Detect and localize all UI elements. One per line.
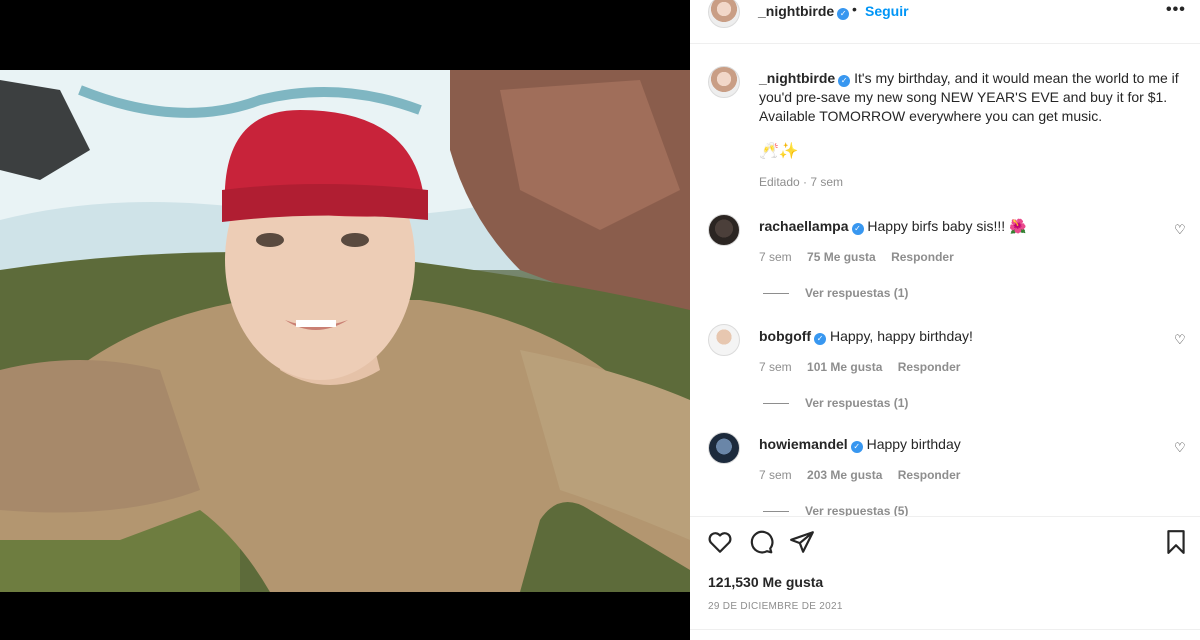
- follow-button[interactable]: Seguir: [865, 3, 909, 19]
- comment-meta: 7 sem 203 Me gusta Responder: [759, 468, 972, 482]
- verified-badge-icon: ✓: [814, 333, 827, 345]
- replies-divider: [763, 403, 789, 405]
- comment-text: rachaellampa ✓ Happy birfs baby sis!!! 🌺: [759, 218, 1027, 235]
- comment-likes[interactable]: 101 Me gusta: [807, 360, 882, 374]
- comment-time: 7 sem: [759, 468, 792, 482]
- verified-badge-icon: ✓: [851, 223, 864, 235]
- comment-item: howiemandel ✓ Happy birthday 7 sem 203 Me…: [690, 432, 1200, 516]
- comment-meta: 7 sem 101 Me gusta Responder: [759, 360, 972, 374]
- comment-likes[interactable]: 203 Me gusta: [807, 468, 882, 482]
- more-options-icon[interactable]: •••: [1166, 1, 1186, 19]
- caption-text: _nightbirde ✓ It's my birthday, and it wo…: [759, 69, 1189, 126]
- bookmark-icon[interactable]: [1163, 529, 1189, 555]
- reply-button[interactable]: Responder: [898, 360, 961, 374]
- selfie-photo-illustration: [0, 70, 690, 592]
- caption-username[interactable]: _nightbirde: [759, 70, 835, 86]
- commenter-avatar[interactable]: [708, 432, 740, 464]
- comment-likes[interactable]: 75 Me gusta: [807, 250, 876, 264]
- caption-edited-time: Editado · 7 sem: [759, 175, 844, 189]
- likes-count[interactable]: 121,530 Me gusta: [708, 574, 823, 590]
- view-replies-button[interactable]: Ver respuestas (5): [763, 504, 908, 516]
- post-header: _nightbirde ✓ • Seguir •••: [690, 0, 1200, 44]
- author-username[interactable]: _nightbirde ✓: [758, 3, 850, 20]
- heart-icon[interactable]: [707, 529, 733, 555]
- comments-section[interactable]: _nightbirde ✓ It's my birthday, and it wo…: [690, 44, 1200, 516]
- view-replies-button[interactable]: Ver respuestas (1): [763, 396, 908, 410]
- separator-dot: •: [852, 1, 857, 17]
- author-avatar[interactable]: [708, 0, 740, 28]
- caption-avatar[interactable]: [708, 66, 740, 98]
- post-media: [0, 0, 690, 640]
- comment-like-heart-icon[interactable]: ♡: [1174, 332, 1186, 348]
- comment-text: bobgoff ✓ Happy, happy birthday!: [759, 328, 973, 345]
- comment-meta: 7 sem 75 Me gusta Responder: [759, 250, 966, 264]
- view-replies-button[interactable]: Ver respuestas (1): [763, 286, 908, 300]
- verified-badge-icon: ✓: [837, 8, 850, 20]
- share-icon[interactable]: [789, 529, 815, 555]
- reply-button[interactable]: Responder: [898, 468, 961, 482]
- comment-time: 7 sem: [759, 360, 792, 374]
- comment-like-heart-icon[interactable]: ♡: [1174, 222, 1186, 238]
- verified-badge-icon: ✓: [850, 441, 863, 453]
- post-date: 29 DE DICIEMBRE DE 2021: [708, 601, 843, 612]
- comment-text: howiemandel ✓ Happy birthday: [759, 436, 961, 453]
- post-photo[interactable]: [0, 70, 690, 592]
- post-sidebar: _nightbirde ✓ • Seguir ••• _nightbirde ✓ I…: [690, 0, 1200, 640]
- comment-username[interactable]: howiemandel: [759, 436, 848, 452]
- replies-divider: [763, 511, 789, 513]
- comment-icon[interactable]: [748, 529, 774, 555]
- commenter-avatar[interactable]: [708, 324, 740, 356]
- comment-item: rachaellampa ✓ Happy birfs baby sis!!! 🌺 …: [690, 214, 1200, 324]
- reply-button[interactable]: Responder: [891, 250, 954, 264]
- caption-emojis: 🥂✨: [759, 143, 799, 160]
- verified-badge-icon: ✓: [838, 75, 851, 87]
- comment-item: bobgoff ✓ Happy, happy birthday! 7 sem 10…: [690, 324, 1200, 434]
- post-actions: 121,530 Me gusta 29 DE DICIEMBRE DE 2021: [690, 516, 1200, 640]
- comment-username[interactable]: bobgoff: [759, 328, 811, 344]
- commenter-avatar[interactable]: [708, 214, 740, 246]
- comment-time: 7 sem: [759, 250, 792, 264]
- comment-like-heart-icon[interactable]: ♡: [1174, 440, 1186, 456]
- replies-divider: [763, 293, 789, 295]
- comment-username[interactable]: rachaellampa: [759, 218, 849, 234]
- add-comment-bar[interactable]: [690, 629, 1200, 640]
